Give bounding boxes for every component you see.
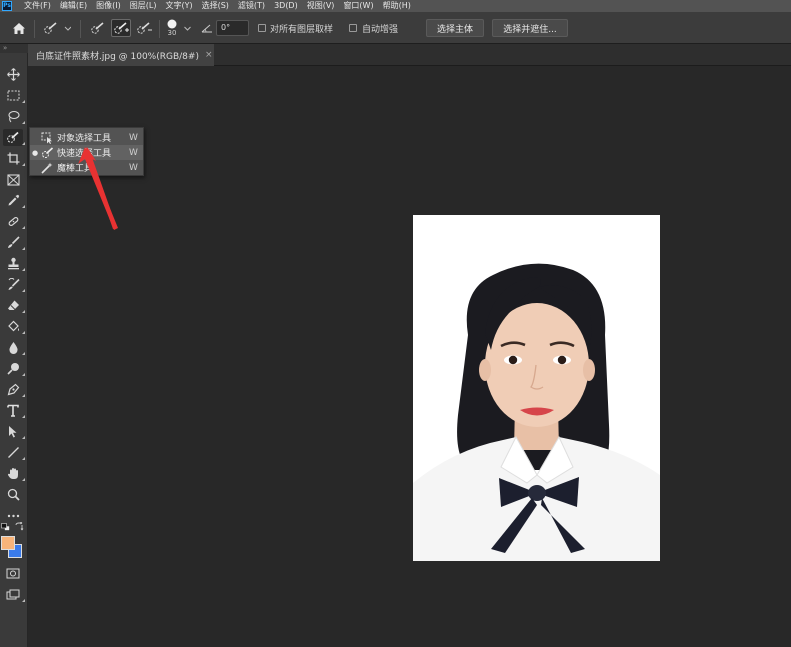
screen-mode-icon[interactable] — [3, 586, 25, 603]
flyout-item-shortcut: W — [129, 147, 138, 158]
portrait-photo — [413, 215, 660, 561]
add-to-selection-icon[interactable] — [111, 19, 131, 37]
zoom-icon[interactable] — [3, 486, 23, 503]
menu-3d[interactable]: 3D(D) — [274, 0, 298, 12]
document-tab-title: 白底证件照素材.jpg @ 100%(RGB/8#) — [36, 51, 199, 62]
home-icon[interactable] — [10, 20, 28, 36]
selected-bullet-icon: ● — [31, 148, 39, 157]
healing-brush-icon[interactable] — [3, 213, 25, 230]
object-selection-icon — [40, 131, 54, 144]
menu-image[interactable]: 图像(I) — [96, 0, 121, 12]
eraser-icon[interactable] — [3, 297, 25, 314]
foreground-color-swatch[interactable] — [1, 536, 15, 550]
subtract-from-selection-icon[interactable] — [134, 20, 154, 36]
eyedropper-icon[interactable] — [3, 192, 25, 209]
dodge-icon[interactable] — [3, 360, 25, 377]
paint-bucket-icon[interactable] — [3, 318, 25, 335]
menu-file[interactable]: 文件(F) — [24, 0, 51, 12]
select-subject-button[interactable]: 选择主体 — [426, 19, 484, 37]
move-tool-icon[interactable] — [3, 66, 23, 83]
pen-icon[interactable] — [3, 381, 25, 398]
menu-view[interactable]: 视图(V) — [307, 0, 335, 12]
clone-stamp-icon[interactable] — [3, 255, 25, 272]
menu-help[interactable]: 帮助(H) — [383, 0, 411, 12]
blur-drop-icon[interactable] — [3, 339, 25, 356]
path-selection-icon[interactable] — [3, 423, 25, 440]
swap-colors-icon[interactable] — [14, 521, 24, 531]
chevron-down-icon[interactable] — [182, 24, 192, 32]
menu-filter[interactable]: 滤镜(T) — [238, 0, 265, 12]
flyout-item-shortcut: W — [129, 162, 138, 173]
default-colors-icon[interactable] — [1, 523, 10, 531]
hand-tool-icon[interactable] — [3, 465, 25, 482]
menu-edit[interactable]: 编辑(E) — [60, 0, 87, 12]
document-tab-bar: 白底证件照素材.jpg @ 100%(RGB/8#) × — [28, 44, 791, 66]
quick-selection-tool-icon[interactable] — [3, 129, 25, 146]
red-arrow-annotation — [78, 147, 118, 230]
auto-enhance-checkbox[interactable] — [349, 24, 357, 32]
toolbar-collapse-toggle[interactable]: » — [0, 44, 28, 53]
menu-type[interactable]: 文字(Y) — [165, 0, 192, 12]
brush-icon[interactable] — [3, 234, 25, 251]
frame-tool-icon[interactable] — [3, 171, 23, 188]
tools-panel — [0, 53, 28, 647]
type-tool-icon[interactable] — [3, 402, 25, 419]
lasso-icon[interactable] — [3, 108, 25, 125]
menu-bar: Ps 文件(F) 编辑(E) 图像(I) 图层(L) 文字(Y) 选择(S) 滤… — [0, 0, 791, 12]
new-selection-icon[interactable] — [88, 20, 108, 36]
history-brush-icon[interactable] — [3, 276, 25, 293]
brush-size-picker[interactable]: 30 — [164, 16, 180, 40]
flyout-item-shortcut: W — [129, 132, 138, 143]
close-icon[interactable]: × — [205, 50, 213, 60]
quick-mask-icon[interactable] — [3, 565, 23, 582]
magic-wand-icon — [40, 161, 54, 174]
photoshop-logo: Ps — [2, 1, 12, 11]
document-tab[interactable]: 白底证件照素材.jpg @ 100%(RGB/8#) × — [28, 44, 214, 66]
menu-window[interactable]: 窗口(W) — [343, 0, 373, 12]
line-tool-icon[interactable] — [3, 444, 25, 461]
menu-layer[interactable]: 图层(L) — [130, 0, 157, 12]
brush-size-value: 30 — [167, 28, 177, 37]
angle-input[interactable]: 0° — [216, 20, 249, 36]
options-bar: 30 0° 对所有图层取样 自动增强 选择主体 选择并遮住... — [0, 12, 791, 44]
sample-all-layers-label: 对所有图层取样 — [270, 25, 334, 35]
select-and-mask-button[interactable]: 选择并遮住... — [492, 19, 568, 37]
crop-icon[interactable] — [3, 150, 25, 167]
rectangular-marquee-icon[interactable] — [3, 87, 25, 104]
sample-all-layers-checkbox[interactable] — [258, 24, 266, 32]
document-image[interactable] — [413, 215, 660, 561]
brush-tip-icon — [167, 19, 177, 28]
menu-select[interactable]: 选择(S) — [202, 0, 229, 12]
tool-preset-picker[interactable] — [42, 20, 72, 36]
angle-icon — [200, 22, 214, 34]
quick-selection-icon — [40, 146, 54, 159]
auto-enhance-label: 自动增强 — [362, 25, 399, 35]
